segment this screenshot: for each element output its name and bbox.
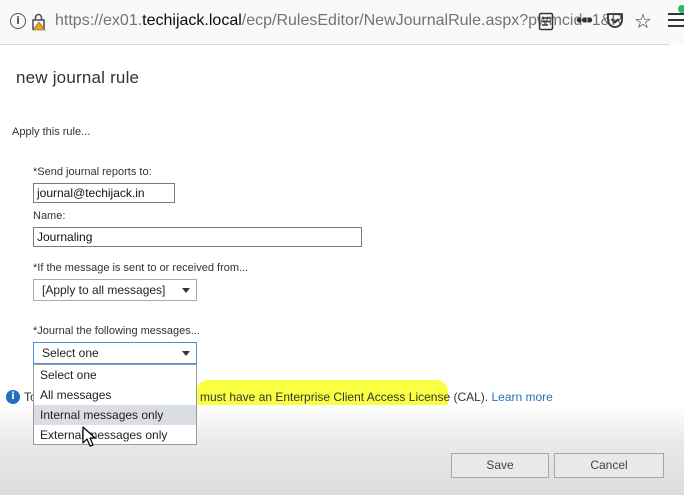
sent-received-label: *If the message is sent to or received f… bbox=[33, 262, 249, 274]
url-host: techijack.local bbox=[142, 12, 242, 29]
cancel-button[interactable]: Cancel bbox=[554, 453, 664, 478]
browser-address-bar[interactable]: i https://ex01.techijack.local/ecp/Rules… bbox=[0, 0, 684, 45]
option-external-messages-only[interactable]: External messages only bbox=[34, 425, 196, 445]
chevron-down-icon bbox=[182, 288, 190, 293]
name-label: Name: bbox=[33, 210, 66, 222]
option-all-messages[interactable]: All messages bbox=[34, 385, 196, 405]
site-info-icon[interactable]: i bbox=[10, 13, 26, 29]
name-input[interactable]: Journaling bbox=[33, 227, 362, 247]
page-actions-menu-icon[interactable]: ••• bbox=[576, 10, 593, 31]
insecure-lock-icon[interactable] bbox=[31, 12, 47, 32]
url-prefix: https://ex01. bbox=[55, 12, 143, 29]
reader-view-icon[interactable] bbox=[538, 12, 554, 31]
info-icon: i bbox=[6, 390, 20, 404]
journal-messages-select[interactable]: Select one bbox=[33, 342, 197, 364]
chevron-down-icon bbox=[182, 351, 190, 356]
option-select-one[interactable]: Select one bbox=[34, 365, 196, 385]
journal-messages-options[interactable]: Select one All messages Internal message… bbox=[33, 364, 197, 445]
apply-rule-label: Apply this rule... bbox=[12, 126, 91, 138]
sent-received-select[interactable]: [Apply to all messages] bbox=[33, 279, 197, 301]
hamburger-menu-icon[interactable] bbox=[668, 13, 684, 29]
page-title: new journal rule bbox=[16, 68, 140, 87]
mouse-cursor-icon bbox=[82, 426, 96, 447]
pocket-icon[interactable] bbox=[606, 12, 624, 30]
journal-messages-label: *Journal the following messages... bbox=[33, 325, 200, 337]
journal-messages-value: Select one bbox=[42, 346, 99, 360]
send-reports-label: *Send journal reports to: bbox=[33, 166, 152, 178]
save-button[interactable]: Save bbox=[451, 453, 549, 478]
url-path: /ecp/RulesEditor/NewJournalRule.aspx?pwm… bbox=[241, 12, 623, 29]
learn-more-link[interactable]: Learn more bbox=[491, 390, 552, 404]
send-reports-input[interactable]: journal@techijack.in bbox=[33, 183, 175, 203]
cal-info-message: must have an Enterprise Client Access Li… bbox=[200, 390, 492, 404]
option-internal-messages-only[interactable]: Internal messages only bbox=[34, 405, 196, 425]
bookmark-star-icon[interactable]: ☆ bbox=[634, 9, 652, 34]
sent-received-value: [Apply to all messages] bbox=[42, 283, 166, 297]
update-badge-icon bbox=[678, 5, 684, 13]
cal-info-text: must have an Enterprise Client Access Li… bbox=[200, 390, 553, 404]
